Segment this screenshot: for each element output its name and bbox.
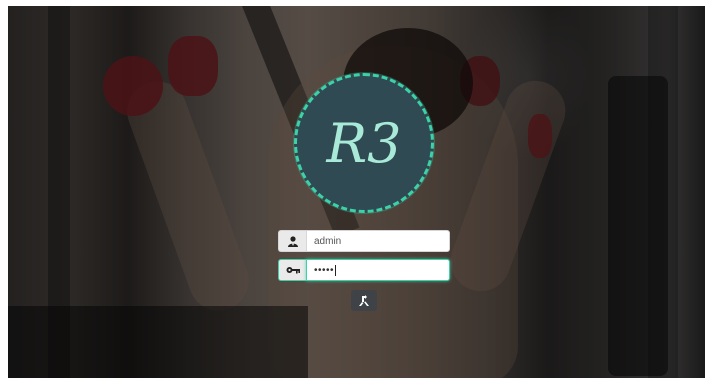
username-input[interactable]: admin (306, 230, 450, 252)
password-input[interactable]: ••••• (306, 259, 450, 281)
key-icon (278, 259, 306, 281)
password-value: ••••• (314, 264, 335, 276)
password-row: ••••• (278, 259, 450, 281)
brand-logo: R3 (294, 73, 434, 213)
sign-in-button[interactable] (351, 290, 377, 311)
text-caret (335, 264, 337, 276)
sign-in-icon (359, 294, 369, 306)
username-row: admin (278, 230, 450, 252)
user-icon (278, 230, 306, 252)
brand-logo-text: R3 (325, 112, 401, 175)
username-value: admin (314, 235, 342, 247)
